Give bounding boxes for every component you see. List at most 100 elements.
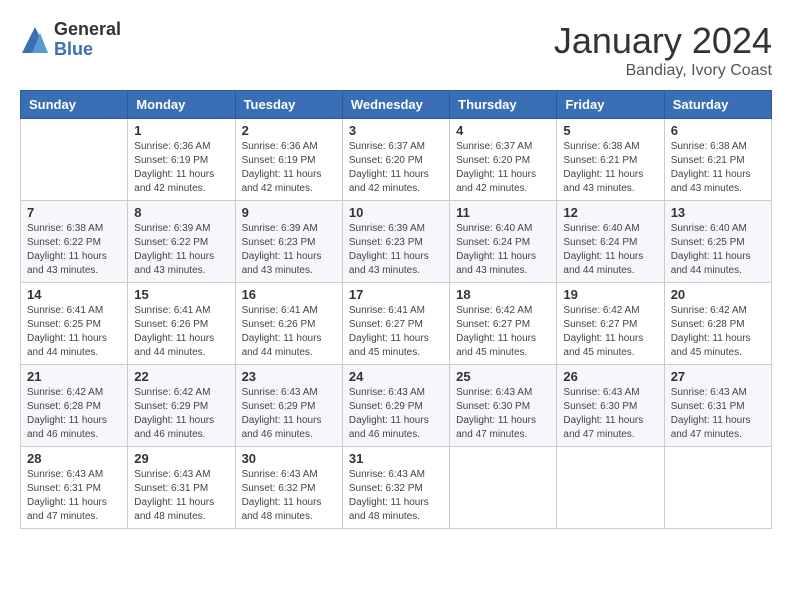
weekday-header-sunday: Sunday bbox=[21, 91, 128, 119]
calendar-cell: 20Sunrise: 6:42 AMSunset: 6:28 PMDayligh… bbox=[664, 283, 771, 365]
calendar-cell: 11 Sunrise: 6:40 AMSunset: 6:24 PMDayligh… bbox=[450, 201, 557, 283]
calendar-cell: 5Sunrise: 6:38 AMSunset: 6:21 PMDaylight… bbox=[557, 119, 664, 201]
calendar-cell: 31 Sunrise: 6:43 AMSunset: 6:32 PMDayligh… bbox=[342, 447, 449, 529]
day-number: 31 bbox=[349, 451, 443, 466]
day-number: 14 bbox=[27, 287, 121, 302]
day-info: Sunrise: 6:42 AMSunset: 6:27 PMDaylight:… bbox=[563, 304, 657, 360]
day-number: 28 bbox=[27, 451, 121, 466]
calendar-cell: 21 Sunrise: 6:42 AMSunset: 6:28 PMDayligh… bbox=[21, 365, 128, 447]
day-number: 19 bbox=[563, 287, 657, 302]
day-info: Sunrise: 6:43 AMSunset: 6:31 PMDaylight:… bbox=[27, 468, 121, 524]
calendar-cell: 1Sunrise: 6:36 AMSunset: 6:19 PMDaylight… bbox=[128, 119, 235, 201]
calendar-cell: 3 Sunrise: 6:37 AMSunset: 6:20 PMDaylight… bbox=[342, 119, 449, 201]
weekday-header-row: SundayMondayTuesdayWednesdayThursdayFrid… bbox=[21, 91, 772, 119]
calendar-cell: 6Sunrise: 6:38 AMSunset: 6:21 PMDaylight… bbox=[664, 119, 771, 201]
calendar-cell: 26Sunrise: 6:43 AMSunset: 6:30 PMDayligh… bbox=[557, 365, 664, 447]
day-info: Sunrise: 6:37 AMSunset: 6:20 PMDaylight:… bbox=[456, 140, 550, 196]
day-info: Sunrise: 6:42 AMSunset: 6:27 PMDaylight:… bbox=[456, 304, 550, 360]
calendar-cell: 9 Sunrise: 6:39 AMSunset: 6:23 PMDaylight… bbox=[235, 201, 342, 283]
day-number: 27 bbox=[671, 369, 765, 384]
day-number: 24 bbox=[349, 369, 443, 384]
logo: General Blue bbox=[20, 20, 121, 60]
logo-text: General Blue bbox=[54, 20, 121, 60]
day-number: 15 bbox=[134, 287, 228, 302]
day-info: Sunrise: 6:43 AMSunset: 6:29 PMDaylight:… bbox=[349, 386, 443, 442]
day-number: 11 bbox=[456, 205, 550, 220]
calendar-cell: 8Sunrise: 6:39 AMSunset: 6:22 PMDaylight… bbox=[128, 201, 235, 283]
calendar-cell bbox=[450, 447, 557, 529]
day-info: Sunrise: 6:38 AMSunset: 6:22 PMDaylight:… bbox=[27, 222, 121, 278]
calendar-cell: 29Sunrise: 6:43 AMSunset: 6:31 PMDayligh… bbox=[128, 447, 235, 529]
calendar-cell: 25 Sunrise: 6:43 AMSunset: 6:30 PMDayligh… bbox=[450, 365, 557, 447]
day-number: 25 bbox=[456, 369, 550, 384]
day-number: 21 bbox=[27, 369, 121, 384]
calendar-cell: 23Sunrise: 6:43 AMSunset: 6:29 PMDayligh… bbox=[235, 365, 342, 447]
weekday-header-friday: Friday bbox=[557, 91, 664, 119]
calendar-table: SundayMondayTuesdayWednesdayThursdayFrid… bbox=[20, 90, 772, 529]
calendar-cell: 7 Sunrise: 6:38 AMSunset: 6:22 PMDaylight… bbox=[21, 201, 128, 283]
calendar-week-4: 21 Sunrise: 6:42 AMSunset: 6:28 PMDayligh… bbox=[21, 365, 772, 447]
day-number: 13 bbox=[671, 205, 765, 220]
calendar-cell: 27 Sunrise: 6:43 AMSunset: 6:31 PMDayligh… bbox=[664, 365, 771, 447]
title-block: January 2024 Bandiay, Ivory Coast bbox=[554, 20, 772, 80]
day-number: 10 bbox=[349, 205, 443, 220]
page-header: General Blue January 2024 Bandiay, Ivory… bbox=[20, 20, 772, 80]
calendar-cell: 13 Sunrise: 6:40 AMSunset: 6:25 PMDayligh… bbox=[664, 201, 771, 283]
day-info: Sunrise: 6:40 AMSunset: 6:24 PMDaylight:… bbox=[456, 222, 550, 278]
calendar-week-1: 1Sunrise: 6:36 AMSunset: 6:19 PMDaylight… bbox=[21, 119, 772, 201]
day-info: Sunrise: 6:43 AMSunset: 6:31 PMDaylight:… bbox=[134, 468, 228, 524]
calendar-cell: 16 Sunrise: 6:41 AMSunset: 6:26 PMDayligh… bbox=[235, 283, 342, 365]
calendar-cell: 18 Sunrise: 6:42 AMSunset: 6:27 PMDayligh… bbox=[450, 283, 557, 365]
day-number: 18 bbox=[456, 287, 550, 302]
logo-blue: Blue bbox=[54, 40, 121, 60]
day-number: 5 bbox=[563, 123, 657, 138]
day-number: 16 bbox=[242, 287, 336, 302]
day-number: 1 bbox=[134, 123, 228, 138]
day-number: 23 bbox=[242, 369, 336, 384]
day-info: Sunrise: 6:42 AMSunset: 6:29 PMDaylight:… bbox=[134, 386, 228, 442]
day-number: 9 bbox=[242, 205, 336, 220]
day-number: 2 bbox=[242, 123, 336, 138]
month-title: January 2024 bbox=[554, 20, 772, 62]
day-info: Sunrise: 6:39 AMSunset: 6:23 PMDaylight:… bbox=[242, 222, 336, 278]
day-info: Sunrise: 6:40 AMSunset: 6:24 PMDaylight:… bbox=[563, 222, 657, 278]
weekday-header-thursday: Thursday bbox=[450, 91, 557, 119]
day-info: Sunrise: 6:43 AMSunset: 6:30 PMDaylight:… bbox=[456, 386, 550, 442]
weekday-header-tuesday: Tuesday bbox=[235, 91, 342, 119]
day-info: Sunrise: 6:43 AMSunset: 6:31 PMDaylight:… bbox=[671, 386, 765, 442]
day-number: 7 bbox=[27, 205, 121, 220]
location-subtitle: Bandiay, Ivory Coast bbox=[554, 62, 772, 80]
weekday-header-wednesday: Wednesday bbox=[342, 91, 449, 119]
day-number: 12 bbox=[563, 205, 657, 220]
calendar-week-5: 28 Sunrise: 6:43 AMSunset: 6:31 PMDayligh… bbox=[21, 447, 772, 529]
day-number: 3 bbox=[349, 123, 443, 138]
day-info: Sunrise: 6:37 AMSunset: 6:20 PMDaylight:… bbox=[349, 140, 443, 196]
day-info: Sunrise: 6:40 AMSunset: 6:25 PMDaylight:… bbox=[671, 222, 765, 278]
calendar-cell bbox=[557, 447, 664, 529]
day-info: Sunrise: 6:38 AMSunset: 6:21 PMDaylight:… bbox=[671, 140, 765, 196]
calendar-cell: 24 Sunrise: 6:43 AMSunset: 6:29 PMDayligh… bbox=[342, 365, 449, 447]
calendar-cell: 15Sunrise: 6:41 AMSunset: 6:26 PMDayligh… bbox=[128, 283, 235, 365]
day-info: Sunrise: 6:42 AMSunset: 6:28 PMDaylight:… bbox=[27, 386, 121, 442]
calendar-week-2: 7 Sunrise: 6:38 AMSunset: 6:22 PMDaylight… bbox=[21, 201, 772, 283]
day-number: 17 bbox=[349, 287, 443, 302]
calendar-week-3: 14Sunrise: 6:41 AMSunset: 6:25 PMDayligh… bbox=[21, 283, 772, 365]
calendar-cell: 17Sunrise: 6:41 AMSunset: 6:27 PMDayligh… bbox=[342, 283, 449, 365]
day-info: Sunrise: 6:43 AMSunset: 6:32 PMDaylight:… bbox=[242, 468, 336, 524]
day-info: Sunrise: 6:43 AMSunset: 6:30 PMDaylight:… bbox=[563, 386, 657, 442]
calendar-cell: 10 Sunrise: 6:39 AMSunset: 6:23 PMDayligh… bbox=[342, 201, 449, 283]
calendar-cell bbox=[21, 119, 128, 201]
calendar-cell: 28 Sunrise: 6:43 AMSunset: 6:31 PMDayligh… bbox=[21, 447, 128, 529]
day-number: 4 bbox=[456, 123, 550, 138]
day-number: 22 bbox=[134, 369, 228, 384]
day-info: Sunrise: 6:41 AMSunset: 6:26 PMDaylight:… bbox=[242, 304, 336, 360]
calendar-cell: 4 Sunrise: 6:37 AMSunset: 6:20 PMDaylight… bbox=[450, 119, 557, 201]
weekday-header-saturday: Saturday bbox=[664, 91, 771, 119]
day-number: 8 bbox=[134, 205, 228, 220]
day-info: Sunrise: 6:42 AMSunset: 6:28 PMDaylight:… bbox=[671, 304, 765, 360]
day-info: Sunrise: 6:43 AMSunset: 6:32 PMDaylight:… bbox=[349, 468, 443, 524]
calendar-cell: 19 Sunrise: 6:42 AMSunset: 6:27 PMDayligh… bbox=[557, 283, 664, 365]
calendar-cell: 30Sunrise: 6:43 AMSunset: 6:32 PMDayligh… bbox=[235, 447, 342, 529]
weekday-header-monday: Monday bbox=[128, 91, 235, 119]
day-info: Sunrise: 6:39 AMSunset: 6:23 PMDaylight:… bbox=[349, 222, 443, 278]
